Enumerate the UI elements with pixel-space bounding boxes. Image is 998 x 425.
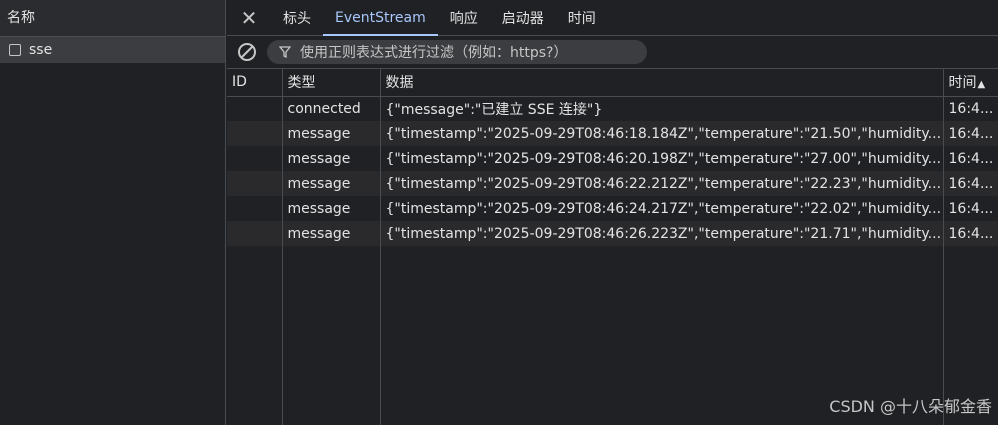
cell-type: connected (282, 96, 381, 121)
time-header-label: 时间 (948, 75, 977, 92)
tab-headers[interactable]: 标头 (271, 0, 323, 35)
cell-data: {"message":"已建立 SSE 连接"} (380, 96, 944, 121)
watermark: CSDN @十八朵郁金香 (829, 397, 992, 416)
cell-data: {"timestamp":"2025-09-29T08:46:22.212Z",… (380, 171, 944, 196)
request-item-label: sse (29, 42, 53, 58)
cell-time: 16:4... (943, 146, 998, 171)
column-header-id[interactable]: ID (227, 69, 283, 97)
cell-id (227, 121, 283, 146)
filter-input[interactable]: 使用正则表达式进行过滤（例如：https?） (267, 40, 647, 64)
table-row[interactable]: message {"timestamp":"2025-09-29T08:46:2… (227, 171, 998, 196)
filter-funnel-icon (279, 46, 291, 58)
cell-type: message (282, 121, 381, 146)
column-header-time[interactable]: 时间▲ (943, 69, 998, 97)
filter-placeholder: 使用正则表达式进行过滤（例如：https?） (300, 45, 568, 61)
cell-id (227, 96, 283, 121)
cell-type: message (282, 221, 381, 246)
name-column-header[interactable]: 名称 (0, 0, 225, 37)
cell-id (227, 221, 283, 246)
cell-id (227, 146, 283, 171)
cell-time: 16:4... (943, 171, 998, 196)
filter-bar: 使用正则表达式进行过滤（例如：https?） (227, 36, 998, 69)
table-row[interactable]: message {"timestamp":"2025-09-29T08:46:2… (227, 221, 998, 246)
sort-ascending-icon: ▲ (977, 79, 986, 91)
tab-response[interactable]: 响应 (438, 0, 490, 35)
cell-time: 16:4... (943, 196, 998, 221)
cell-time: 16:4... (943, 121, 998, 146)
table-row[interactable]: message {"timestamp":"2025-09-29T08:46:1… (227, 121, 998, 146)
cell-type: message (282, 196, 381, 221)
clear-block-icon[interactable] (227, 42, 267, 62)
column-header-data[interactable]: 数据 (380, 69, 944, 97)
request-item-sse[interactable]: sse (0, 37, 225, 63)
details-tabbar: ✕ 标头 EventStream 响应 启动器 时间 (227, 0, 998, 36)
tab-initiator[interactable]: 启动器 (490, 0, 556, 35)
cell-time: 16:4... (943, 96, 998, 121)
cell-time: 16:4... (943, 221, 998, 246)
table-row[interactable]: connected {"message":"已建立 SSE 连接"} 16:4.… (227, 96, 998, 121)
cell-id (227, 196, 283, 221)
cell-data: {"timestamp":"2025-09-29T08:46:24.217Z",… (380, 196, 944, 221)
close-icon[interactable]: ✕ (227, 0, 271, 35)
cell-id (227, 171, 283, 196)
table-row[interactable]: message {"timestamp":"2025-09-29T08:46:2… (227, 196, 998, 221)
cell-type: message (282, 146, 381, 171)
checkbox-icon[interactable] (9, 44, 21, 56)
cell-data: {"timestamp":"2025-09-29T08:46:20.198Z",… (380, 146, 944, 171)
request-list-panel: 名称 sse (0, 0, 226, 425)
table-row[interactable]: message {"timestamp":"2025-09-29T08:46:2… (227, 146, 998, 171)
eventstream-table: ID 类型 数据 时间▲ connected {"message":"已建立 S… (227, 69, 998, 425)
details-panel: ✕ 标头 EventStream 响应 启动器 时间 使用正则表达式进行过滤（例… (227, 0, 998, 425)
cell-type: message (282, 171, 381, 196)
tab-timing[interactable]: 时间 (556, 0, 608, 35)
tab-eventstream[interactable]: EventStream (323, 0, 438, 36)
column-header-type[interactable]: 类型 (282, 69, 381, 97)
cell-data: {"timestamp":"2025-09-29T08:46:26.223Z",… (380, 221, 944, 246)
cell-data: {"timestamp":"2025-09-29T08:46:18.184Z",… (380, 121, 944, 146)
